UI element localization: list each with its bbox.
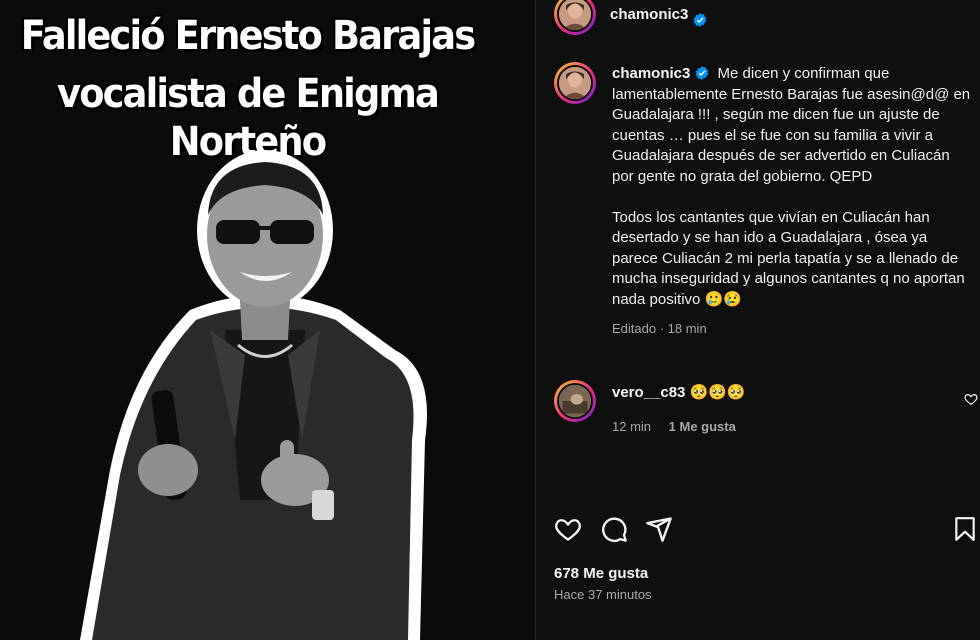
caption-time[interactable]: 18 min	[668, 321, 707, 336]
comment: vero__c83 🥺🥺🥺 12 min 1 Me gusta	[612, 383, 942, 434]
caption-paragraph-2: Todos los cantantes que vivían en Culiac…	[612, 208, 965, 308]
commenter-avatar[interactable]	[554, 380, 596, 422]
edited-label: Editado	[612, 320, 657, 336]
comment-likes[interactable]: 1 Me gusta	[669, 419, 736, 434]
author-avatar[interactable]	[554, 0, 596, 35]
post-caption: chamonic3 Me dicen y confirman que lamen…	[612, 64, 972, 339]
caption-paragraph-1: Me dicen y confirman que lamentablemente…	[612, 65, 971, 185]
action-bar	[554, 515, 980, 545]
author-username[interactable]: chamonic3	[610, 6, 688, 23]
caption-meta: Editado · 18 min	[612, 320, 707, 336]
likes-count[interactable]: 678 Me gusta	[554, 565, 648, 582]
commenter-username[interactable]: vero__c83	[612, 384, 685, 401]
comment-time: 12 min	[612, 419, 652, 434]
save-bookmark-icon[interactable]	[952, 515, 978, 543]
verified-badge-icon	[696, 66, 709, 80]
comment-text: 🥺🥺🥺	[689, 384, 746, 401]
post-timestamp: Hace 37 minutos	[554, 587, 652, 602]
like-heart-icon[interactable]	[554, 515, 582, 543]
headline-line-1: Falleció Ernesto Barajas	[20, 13, 476, 59]
comment-meta: 12 min 1 Me gusta	[612, 419, 942, 434]
comment-bubble-icon[interactable]	[600, 515, 628, 543]
post-header: chamonic3	[554, 0, 707, 40]
singer-photo	[80, 150, 427, 640]
caption-username[interactable]: chamonic3	[612, 65, 690, 82]
comment-like-heart-icon[interactable]	[964, 392, 978, 406]
post-side-panel: chamonic3 chamonic3 Me dicen y confirman…	[535, 0, 980, 640]
caption-avatar[interactable]	[554, 62, 596, 104]
share-send-icon[interactable]	[645, 515, 673, 543]
verified-badge-icon	[694, 13, 707, 27]
post-image[interactable]: Falleció Ernesto Barajas vocalista de En…	[0, 0, 535, 640]
